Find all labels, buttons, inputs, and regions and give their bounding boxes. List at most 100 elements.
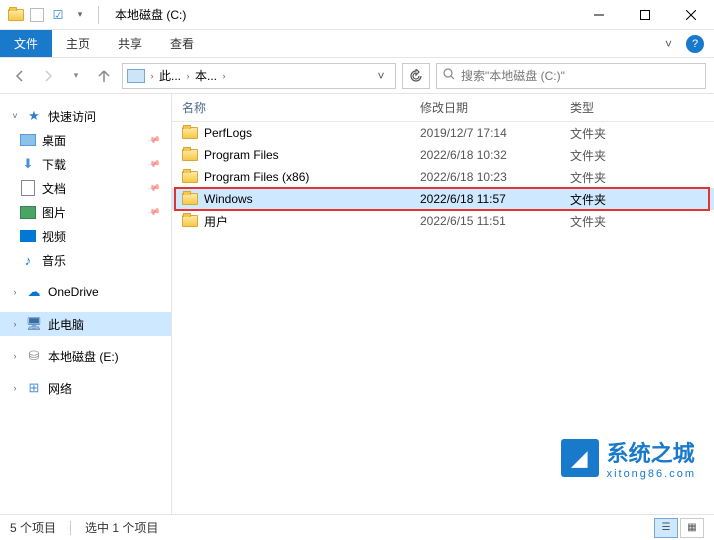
qat-dropdown[interactable]: ▾ [72, 7, 88, 23]
qat-checkbox[interactable]: ☑ [50, 7, 66, 23]
download-icon: ⬇ [20, 156, 36, 172]
sidebar-item-music[interactable]: ♪ 音乐 [0, 248, 171, 272]
expand-icon[interactable]: › [10, 287, 20, 297]
network-icon: ⊞ [26, 380, 42, 396]
window-title: 本地磁盘 (C:) [115, 6, 186, 23]
navigation-pane: ˅ ★ 快速访问 桌面 ⬇ 下载 文档 图片 视频 [0, 94, 172, 514]
file-type: 文件夹 [570, 213, 714, 230]
document-icon [20, 180, 36, 196]
desktop-icon [20, 132, 36, 148]
expand-icon[interactable]: › [10, 351, 20, 361]
pc-icon: 🖥 [26, 316, 42, 332]
watermark: ◢ 系统之城 xitong86.com [561, 436, 696, 480]
up-button[interactable] [92, 64, 116, 88]
close-button[interactable] [668, 0, 714, 30]
sidebar-onedrive[interactable]: › ☁ OneDrive [0, 280, 171, 304]
minimize-button[interactable] [576, 0, 622, 30]
refresh-button[interactable] [402, 63, 430, 89]
sidebar-label: 图片 [42, 204, 66, 221]
tab-home[interactable]: 主页 [52, 30, 104, 57]
tab-share[interactable]: 共享 [104, 30, 156, 57]
watermark-text: 系统之城 [607, 436, 696, 468]
file-row[interactable]: Program Files 2022/6/18 10:32 文件夹 [172, 144, 714, 166]
expand-icon[interactable]: › [10, 319, 20, 329]
sidebar-item-pictures[interactable]: 图片 [0, 200, 171, 224]
view-mode-toggle: ☰ ▦ [654, 518, 704, 538]
file-date: 2019/12/7 17:14 [420, 126, 570, 140]
sidebar-label: 下载 [42, 156, 66, 173]
separator [70, 521, 71, 535]
file-name: Program Files (x86) [204, 170, 309, 184]
search-input[interactable]: 搜索"本地磁盘 (C:)" [436, 63, 706, 89]
chevron-right-icon[interactable]: › [147, 71, 157, 81]
sidebar-item-downloads[interactable]: ⬇ 下载 [0, 152, 171, 176]
file-date: 2022/6/18 10:32 [420, 148, 570, 162]
maximize-button[interactable] [622, 0, 668, 30]
disk-icon: ⛁ [26, 348, 42, 364]
breadcrumb-segment[interactable]: 此... [157, 67, 183, 84]
videos-icon [20, 228, 36, 244]
titlebar: ☑ ▾ 本地磁盘 (C:) [0, 0, 714, 30]
file-date: 2022/6/15 11:51 [420, 214, 570, 228]
help-icon[interactable]: ? [686, 35, 704, 53]
sidebar-this-pc[interactable]: › 🖥 此电脑 [0, 312, 171, 336]
qat-item[interactable] [30, 8, 44, 22]
tab-view[interactable]: 查看 [156, 30, 208, 57]
music-icon: ♪ [20, 252, 36, 268]
sidebar-item-documents[interactable]: 文档 [0, 176, 171, 200]
file-list: 名称 修改日期 类型 PerfLogs 2019/12/7 17:14 文件夹 … [172, 94, 714, 514]
drive-icon [127, 69, 145, 83]
folder-icon [182, 193, 198, 205]
sidebar-label: OneDrive [48, 285, 99, 299]
window-controls [576, 0, 714, 30]
expand-ribbon-icon[interactable]: ˅ [665, 37, 672, 51]
folder-icon [182, 215, 198, 227]
forward-button[interactable] [36, 64, 60, 88]
address-dropdown[interactable]: ˅ [371, 69, 391, 83]
folder-icon [182, 149, 198, 161]
file-row[interactable]: 用户 2022/6/15 11:51 文件夹 [172, 210, 714, 232]
expand-icon[interactable]: › [10, 383, 20, 393]
file-name: PerfLogs [204, 126, 252, 140]
pictures-icon [20, 204, 36, 220]
sidebar-network[interactable]: › ⊞ 网络 [0, 376, 171, 400]
sidebar-local-disk[interactable]: › ⛁ 本地磁盘 (E:) [0, 344, 171, 368]
sidebar-label: 桌面 [42, 132, 66, 149]
sidebar-item-desktop[interactable]: 桌面 [0, 128, 171, 152]
file-name: Program Files [204, 148, 279, 162]
column-name[interactable]: 名称 [182, 99, 420, 116]
column-modified[interactable]: 修改日期 [420, 99, 570, 116]
file-row[interactable]: PerfLogs 2019/12/7 17:14 文件夹 [172, 122, 714, 144]
status-item-count: 5 个项目 [10, 519, 56, 536]
breadcrumb-segment[interactable]: 本... [193, 67, 219, 84]
icons-view-button[interactable]: ▦ [680, 518, 704, 538]
expand-icon[interactable]: ˅ [10, 111, 20, 121]
ribbon-tabs: 文件 主页 共享 查看 ˅ ? [0, 30, 714, 58]
file-name: 用户 [204, 213, 228, 230]
sidebar-quick-access[interactable]: ˅ ★ 快速访问 [0, 104, 171, 128]
sidebar-item-videos[interactable]: 视频 [0, 224, 171, 248]
cloud-icon: ☁ [26, 284, 42, 300]
file-date: 2022/6/18 11:57 [420, 192, 570, 206]
sidebar-label: 快速访问 [48, 108, 96, 125]
tab-file[interactable]: 文件 [0, 30, 52, 57]
status-selection: 选中 1 个项目 [85, 519, 158, 536]
watermark-url: xitong86.com [607, 468, 696, 480]
chevron-right-icon[interactable]: › [183, 71, 193, 81]
folder-icon [8, 7, 24, 23]
address-bar[interactable]: › 此... › 本... › ˅ [122, 63, 396, 89]
file-date: 2022/6/18 10:23 [420, 170, 570, 184]
back-button[interactable] [8, 64, 32, 88]
recent-dropdown[interactable]: ▾ [64, 64, 88, 88]
column-headers: 名称 修改日期 类型 [172, 94, 714, 122]
details-view-button[interactable]: ☰ [654, 518, 678, 538]
file-row[interactable]: Windows 2022/6/18 11:57 文件夹 [172, 188, 714, 210]
main-area: ˅ ★ 快速访问 桌面 ⬇ 下载 文档 图片 视频 [0, 94, 714, 514]
sidebar-label: 音乐 [42, 252, 66, 269]
chevron-right-icon[interactable]: › [219, 71, 229, 81]
file-type: 文件夹 [570, 191, 714, 208]
file-type: 文件夹 [570, 147, 714, 164]
column-type[interactable]: 类型 [570, 99, 714, 116]
file-row[interactable]: Program Files (x86) 2022/6/18 10:23 文件夹 [172, 166, 714, 188]
sidebar-label: 本地磁盘 (E:) [48, 348, 119, 365]
